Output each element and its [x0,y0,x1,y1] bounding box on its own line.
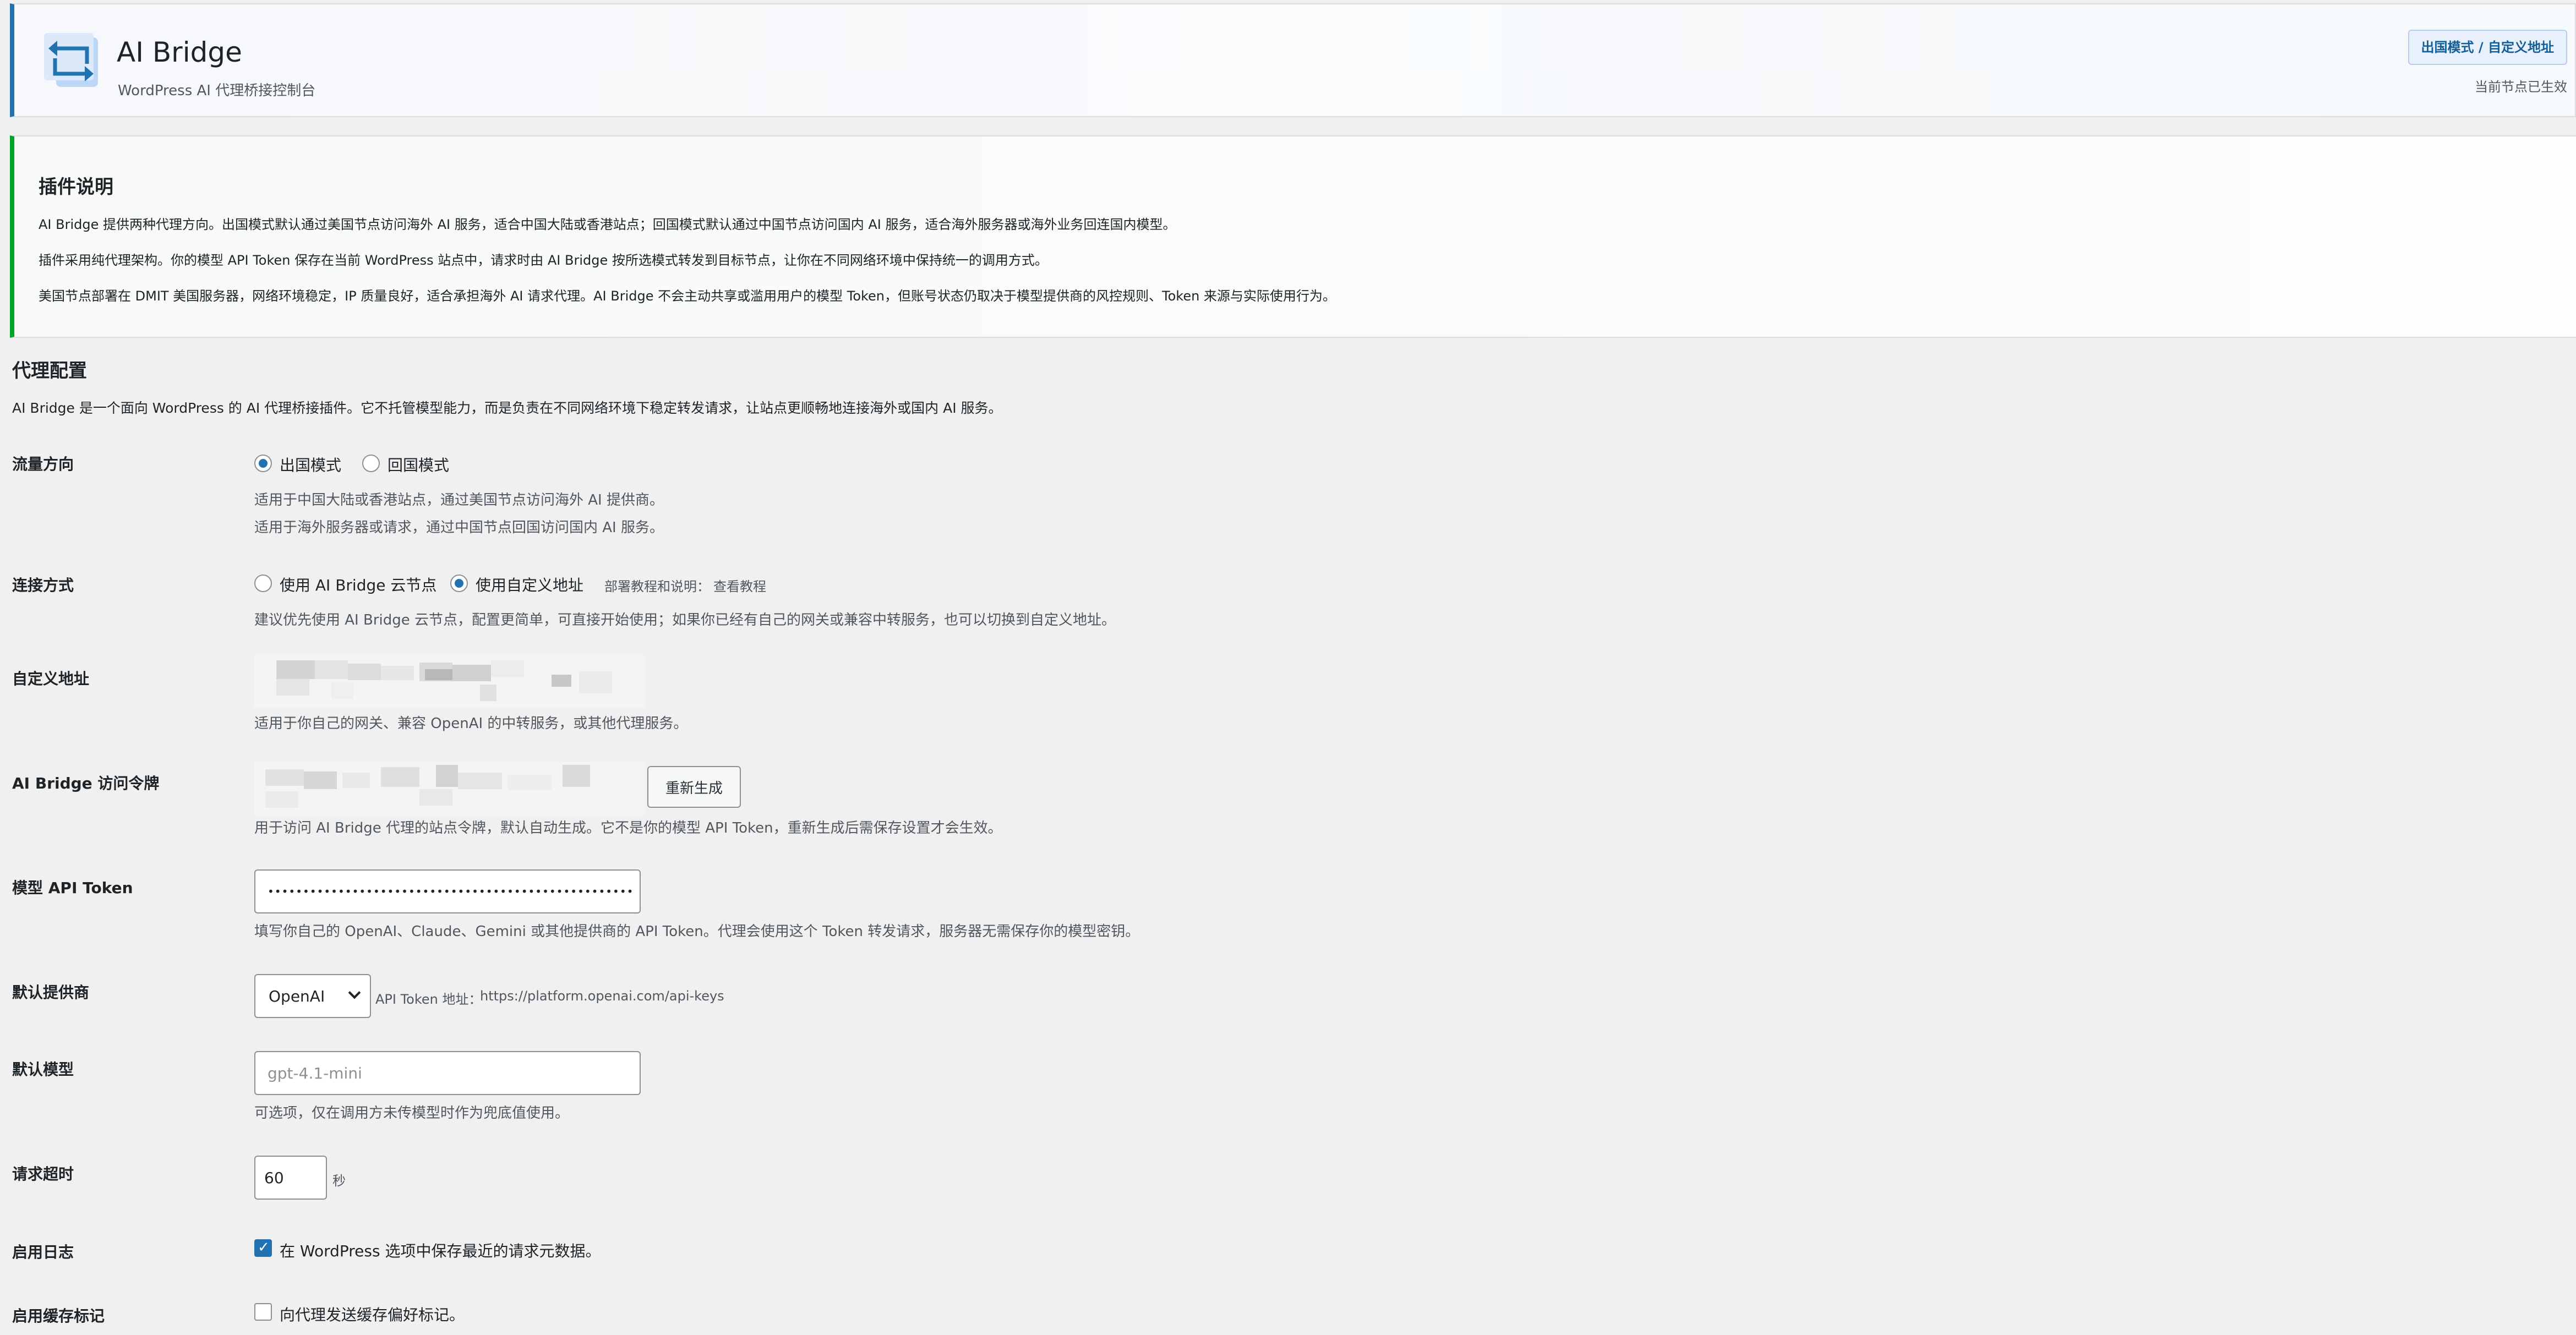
radio-cloud-node[interactable] [254,575,272,592]
traffic-direction-label: 流量方向 [12,455,74,473]
section-description: AI Bridge 是一个面向 WordPress 的 AI 代理桥接插件。它不… [12,400,1002,416]
custom-url-label: 自定义地址 [12,670,90,688]
model-label: 默认模型 [12,1060,74,1079]
api-token-value: ••••••••••••••••••••••••••••••••••••••••… [268,885,634,898]
api-token-input[interactable]: ••••••••••••••••••••••••••••••••••••••••… [254,869,641,913]
token-url-link[interactable]: https://platform.openai.com/api-keys [480,988,724,1004]
plugin-header: AI Bridge WordPress AI 代理桥接控制台 出国模式 / 自定… [10,3,2576,117]
provider-select[interactable]: OpenAI [254,974,371,1018]
traffic-desc-inbound: 适用于海外服务器或请求，通过中国节点回国访问国内 AI 服务。 [254,519,664,536]
app-subtitle: WordPress AI 代理桥接控制台 [118,83,316,99]
notice-paragraph: 美国节点部署在 DMIT 美国服务器，网络环境稳定，IP 质量良好，适合承担海外… [39,288,1336,304]
logging-text[interactable]: 在 WordPress 选项中保存最近的请求元数据。 [280,1239,601,1261]
radio-custom-url[interactable] [450,575,468,592]
app-title: AI Bridge [117,36,242,68]
access-token-input-redacted[interactable] [254,762,645,816]
tutorial-prefix: 部署教程和说明： [604,579,710,594]
notice-paragraph: AI Bridge 提供两种代理方向。出国模式默认通过美国节点访问海外 AI 服… [39,217,1176,232]
provider-label: 默认提供商 [12,983,90,1002]
connection-label: 连接方式 [12,576,74,594]
radio-outbound-label[interactable]: 出国模式 [280,453,341,475]
timeout-input[interactable]: 60 [254,1156,327,1200]
logging-checkbox[interactable] [254,1239,272,1257]
plugin-notice: 插件说明 AI Bridge 提供两种代理方向。出国模式默认通过美国节点访问海外… [10,135,2576,338]
connection-desc: 建议优先使用 AI Bridge 云节点，配置更简单，可直接开始使用；如果你已经… [254,612,1116,628]
api-token-label: 模型 API Token [12,879,133,897]
provider-selected: OpenAI [269,987,325,1005]
token-url-prefix: API Token 地址： [375,992,482,1007]
cache-checkbox[interactable] [254,1303,272,1321]
custom-url-input-redacted[interactable] [254,655,645,708]
custom-url-desc: 适用于你自己的网关、兼容 OpenAI 的中转服务，或其他代理服务。 [254,715,688,732]
radio-cloud-label[interactable]: 使用 AI Bridge 云节点 [280,573,436,595]
traffic-desc-outbound: 适用于中国大陆或香港站点，通过美国节点访问海外 AI 提供商。 [254,492,664,508]
radio-inbound-label[interactable]: 回国模式 [388,453,449,475]
model-input[interactable]: gpt-4.1-mini [254,1051,641,1095]
radio-inbound-mode[interactable] [362,455,380,472]
mode-status: 当前节点已生效 [2475,79,2567,95]
tutorial-link[interactable]: 查看教程 [713,576,766,595]
swap-arrows-icon [44,33,98,87]
regenerate-token-button[interactable]: 重新生成 [647,766,741,808]
timeout-label: 请求超时 [12,1165,74,1183]
cache-text[interactable]: 向代理发送缓存偏好标记。 [280,1303,465,1325]
notice-paragraph: 插件采用纯代理架构。你的模型 API Token 保存在当前 WordPress… [39,253,1048,268]
access-token-desc: 用于访问 AI Bridge 代理的站点令牌，默认自动生成。它不是你的模型 AP… [254,820,1002,836]
mode-badge[interactable]: 出国模式 / 自定义地址 [2408,30,2567,65]
radio-custom-label[interactable]: 使用自定义地址 [476,573,583,595]
model-desc: 可选项，仅在调用方未传模型时作为兜底值使用。 [254,1105,570,1121]
access-token-label: AI Bridge 访问令牌 [12,774,160,792]
timeout-value: 60 [264,1168,284,1187]
chevron-down-icon [348,986,361,999]
notice-title: 插件说明 [39,176,113,198]
section-title: 代理配置 [12,360,87,382]
timeout-unit: 秒 [332,1173,346,1189]
model-placeholder: gpt-4.1-mini [268,1064,362,1082]
logging-label: 启用日志 [12,1243,74,1261]
api-token-desc: 填写你自己的 OpenAI、Claude、Gemini 或其他提供商的 API … [254,923,1140,940]
radio-outbound-mode[interactable] [254,455,272,472]
cache-label: 启用缓存标记 [12,1307,105,1325]
